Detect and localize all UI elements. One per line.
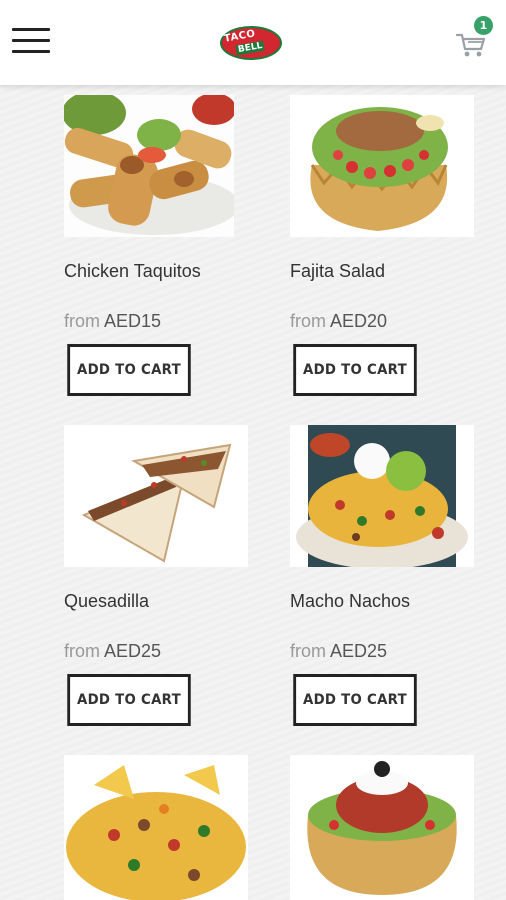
hamburger-menu-icon[interactable]	[12, 25, 50, 55]
product-card	[64, 755, 254, 900]
product-image[interactable]	[64, 425, 248, 567]
product-card: Macho Nachos from AED25 ADD TO CART	[290, 425, 480, 745]
product-card: Chicken Taquitos from AED15 ADD TO CART	[64, 95, 254, 415]
product-card: Quesadilla from AED25 ADD TO CART	[64, 425, 254, 745]
add-to-cart-button[interactable]: ADD TO CART	[293, 344, 417, 396]
cart-icon	[456, 33, 486, 57]
product-name: Macho Nachos	[290, 591, 411, 611]
product-card	[290, 755, 480, 900]
app-header: TACO BELL 1	[0, 0, 506, 85]
cart-count-badge: 1	[474, 16, 493, 35]
product-price: from AED25	[290, 641, 388, 661]
product-name: Fajita Salad	[290, 261, 386, 281]
product-card: Fajita Salad from AED20 ADD TO CART	[290, 95, 480, 415]
product-name: Chicken Taquitos	[64, 261, 201, 281]
add-to-cart-button[interactable]: ADD TO CART	[67, 674, 191, 726]
product-image[interactable]	[290, 425, 474, 567]
product-image[interactable]	[64, 755, 248, 900]
add-to-cart-button[interactable]: ADD TO CART	[293, 674, 417, 726]
product-price: from AED20	[290, 311, 388, 331]
brand-logo[interactable]: TACO BELL	[220, 24, 284, 64]
product-image[interactable]	[290, 95, 474, 237]
product-price: from AED15	[64, 311, 162, 331]
product-image[interactable]	[64, 95, 234, 237]
product-image[interactable]	[290, 755, 474, 900]
product-name: Quesadilla	[64, 591, 150, 611]
cart-button[interactable]: 1	[456, 16, 493, 60]
product-grid: Chicken Taquitos from AED15 ADD TO CART …	[0, 85, 506, 900]
product-price: from AED25	[64, 641, 162, 661]
add-to-cart-button[interactable]: ADD TO CART	[67, 344, 191, 396]
